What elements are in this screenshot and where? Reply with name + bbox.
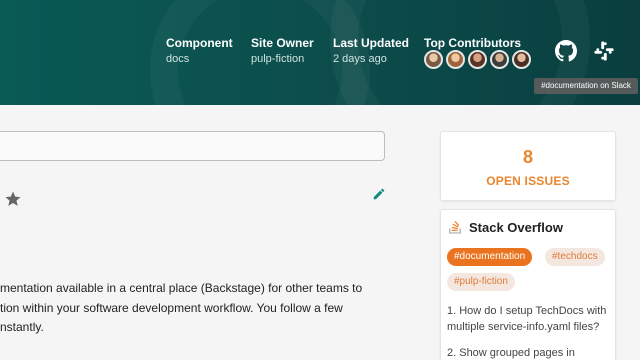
question-link[interactable]: 1. How do I setup TechDocs with multiple… [447,303,615,335]
slack-icon[interactable] [593,40,615,62]
meta-label: Last Updated [333,36,410,50]
star-icon[interactable] [4,190,22,208]
meta-last-updated: Last Updated 2 days ago [333,36,409,65]
tag-pulp-fiction[interactable]: #pulp-fiction [447,273,515,291]
meta-label: Site Owner [251,36,314,50]
meta-top-contributors: Top Contributors [424,36,521,50]
search-input[interactable] [0,131,385,161]
meta-label: Component [166,36,233,50]
meta-value[interactable]: pulp-fiction [251,53,314,65]
stack-overflow-icon [449,220,461,234]
open-issues-card[interactable]: 8 OPEN ISSUES [440,131,616,201]
avatar[interactable] [446,50,465,69]
tag-techdocs[interactable]: #techdocs [545,248,605,266]
paragraph-line: nstantly. [0,320,44,334]
avatar[interactable] [424,50,443,69]
open-issues-count: 8 [522,147,533,167]
avatar[interactable] [468,50,487,69]
stack-overflow-title: Stack Overflow [469,220,563,235]
meta-value[interactable]: docs [166,53,233,65]
avatar[interactable] [490,50,509,69]
doc-paragraph: mentation available in a central place (… [0,279,420,338]
github-icon[interactable] [555,40,577,62]
meta-component: Component docs [166,36,233,65]
meta-site-owner: Site Owner pulp-fiction [251,36,314,65]
meta-label: Top Contributors [424,36,522,50]
avatar[interactable] [512,50,531,69]
stack-overflow-card: Stack Overflow #documentation #techdocs … [440,209,616,360]
contributors-avatars [424,50,534,69]
paragraph-line: tion within your software development wo… [0,300,343,315]
question-link[interactable]: 2. Show grouped pages in [447,345,615,360]
slack-tooltip: #documentation on Slack [534,78,638,94]
tag-documentation[interactable]: #documentation [447,248,533,266]
meta-value: 2 days ago [333,53,387,65]
edit-icon[interactable] [372,187,386,201]
open-issues-label: OPEN ISSUES [486,174,570,188]
paragraph-line: mentation available in a central place (… [0,281,363,295]
